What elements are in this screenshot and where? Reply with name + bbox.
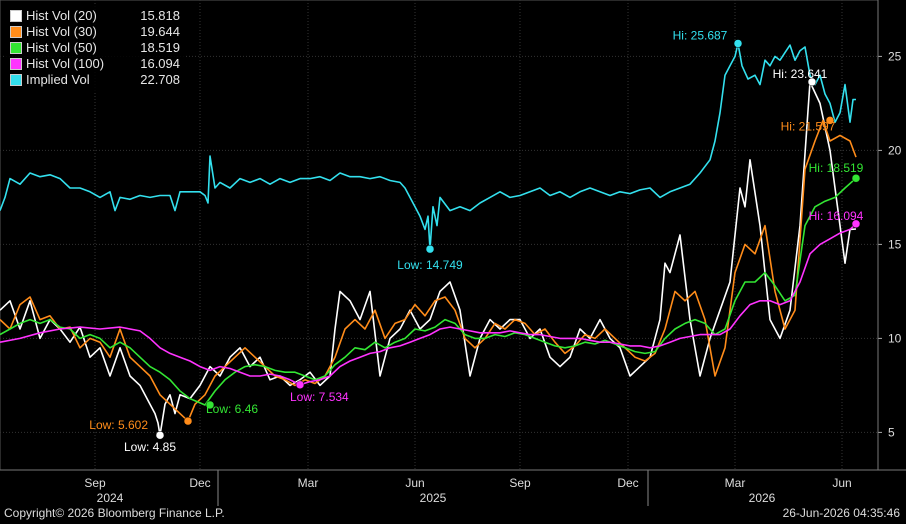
x-year-label: 2025 xyxy=(420,491,447,505)
legend-swatch xyxy=(10,26,22,38)
annotation-label: Hi: 23.641 xyxy=(773,67,828,81)
chart-legend: Hist Vol (20) 15.818 Hist Vol (30) 19.64… xyxy=(4,6,186,92)
legend-value: 15.818 xyxy=(140,8,180,23)
legend-item-implied-vol[interactable]: Implied Vol 22.708 xyxy=(10,72,180,88)
annotation-label: Low: 5.602 xyxy=(89,418,148,432)
x-tick-label: Dec xyxy=(617,476,638,490)
legend-label: Hist Vol (20) xyxy=(26,8,97,23)
x-year-label: 2024 xyxy=(97,491,124,505)
annotation-label: Low: 14.749 xyxy=(397,258,463,272)
annotation-label: Low: 4.85 xyxy=(124,440,176,454)
x-tick-label: Sep xyxy=(84,476,106,490)
timestamp-text: 26-Jun-2026 04:35:46 xyxy=(782,506,900,520)
legend-label: Hist Vol (30) xyxy=(26,24,97,39)
legend-swatch xyxy=(10,74,22,86)
legend-value: 18.519 xyxy=(140,40,180,55)
legend-value: 22.708 xyxy=(140,72,180,87)
x-year-label: 2026 xyxy=(749,491,776,505)
annotation-label: Hi: 18.519 xyxy=(809,161,864,175)
annotation-label: Hi: 25.687 xyxy=(673,28,728,42)
legend-label: Hist Vol (100) xyxy=(26,56,105,71)
x-tick-label: Jun xyxy=(832,476,851,490)
y-tick-label: 5 xyxy=(888,425,895,439)
legend-item-hist-vol-20[interactable]: Hist Vol (20) 15.818 xyxy=(10,8,180,24)
legend-item-hist-vol-50[interactable]: Hist Vol (50) 18.519 xyxy=(10,40,180,56)
annotation-label: Low: 6.46 xyxy=(206,402,258,416)
y-tick-label: 15 xyxy=(888,237,902,251)
legend-value: 16.094 xyxy=(140,56,180,71)
legend-item-hist-vol-30[interactable]: Hist Vol (30) 19.644 xyxy=(10,24,180,40)
legend-item-hist-vol-100[interactable]: Hist Vol (100) 16.094 xyxy=(10,56,180,72)
copyright-text: Copyright© 2026 Bloomberg Finance L.P. xyxy=(4,506,225,520)
x-tick-label: Mar xyxy=(298,476,319,490)
annotation-marker xyxy=(851,173,861,183)
x-tick-label: Dec xyxy=(189,476,210,490)
y-tick-label: 20 xyxy=(888,143,902,157)
annotation-label: Hi: 21.597 xyxy=(781,119,836,133)
annotation-marker xyxy=(155,430,165,440)
annotation-label: Hi: 16.094 xyxy=(809,209,864,223)
annotation-marker xyxy=(733,39,743,48)
y-tick-label: 10 xyxy=(888,331,902,345)
annotation-marker xyxy=(183,416,193,426)
legend-value: 19.644 xyxy=(140,24,180,39)
y-tick-label: 25 xyxy=(888,49,902,63)
legend-swatch xyxy=(10,10,22,22)
legend-label: Implied Vol xyxy=(26,72,90,87)
annotation-marker xyxy=(425,244,435,254)
annotation-marker xyxy=(295,380,305,390)
legend-swatch xyxy=(10,42,22,54)
x-tick-label: Mar xyxy=(725,476,746,490)
x-tick-label: Jun xyxy=(405,476,424,490)
x-tick-label: Sep xyxy=(509,476,531,490)
legend-label: Hist Vol (50) xyxy=(26,40,97,55)
annotation-label: Low: 7.534 xyxy=(290,390,349,404)
legend-swatch xyxy=(10,58,22,70)
